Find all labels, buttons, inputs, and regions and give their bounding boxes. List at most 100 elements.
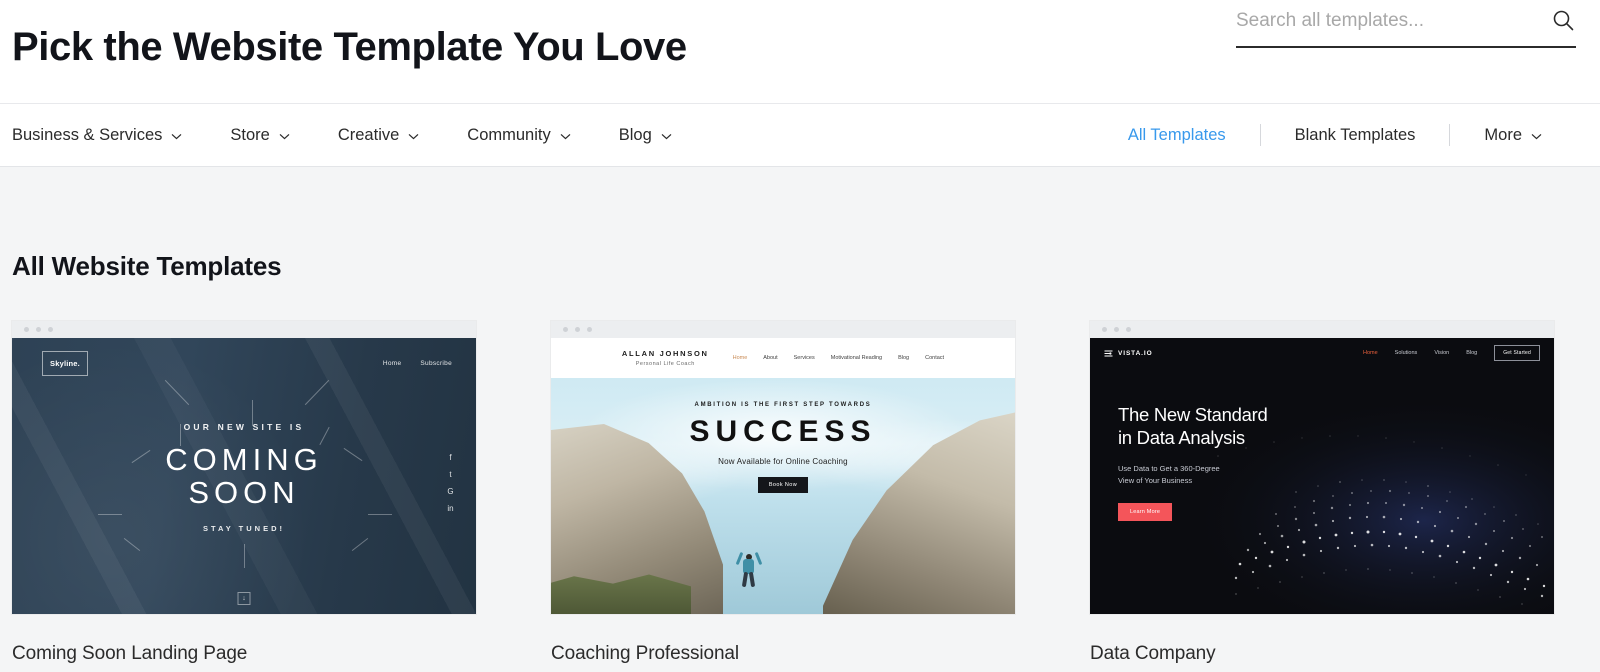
chevron-down-icon (560, 133, 571, 140)
preview-heading: SUCCESS (551, 417, 1015, 447)
preview-nav-item: Contact (925, 355, 944, 361)
preview-hero: The New Standard in Data Analysis Use Da… (1090, 368, 1554, 614)
preview-nav-item: About (763, 355, 777, 361)
nav-item-creative[interactable]: Creative (338, 120, 419, 151)
template-card-data-company[interactable]: VISTA.IO Home Solutions Vision Blog Get … (1090, 321, 1554, 665)
window-dot-icon (587, 327, 592, 332)
facebook-icon: f (446, 454, 455, 462)
category-navbar: Business & Services Store Creative Commu… (0, 103, 1600, 167)
twitter-icon: t (446, 471, 455, 479)
browser-chrome-bar (1090, 321, 1554, 338)
navbar-left-group: Business & Services Store Creative Commu… (12, 120, 720, 151)
nav-label: Blank Templates (1295, 126, 1416, 145)
preview-nav-item: Subscribe (420, 360, 452, 367)
page-header: Pick the Website Template You Love (0, 0, 1600, 103)
window-dot-icon (48, 327, 53, 332)
preview-nav-item: Home (1363, 350, 1378, 356)
template-screenshot: ALLAN JOHNSON Personal Life Coach Home A… (551, 338, 1015, 614)
chevron-down-icon (1531, 133, 1542, 140)
search-input[interactable] (1236, 4, 1550, 36)
template-preview-frame[interactable]: VISTA.IO Home Solutions Vision Blog Get … (1090, 321, 1554, 614)
preview-nav: Home Solutions Vision Blog Get Started (1363, 345, 1540, 361)
template-preview-frame[interactable]: Skyline. Home Subscribe OUR NEW SITE IS … (12, 321, 476, 614)
search-bar[interactable] (1236, 4, 1576, 48)
nav-item-store[interactable]: Store (230, 120, 289, 151)
preview-get-started-button: Get Started (1494, 345, 1540, 361)
window-dot-icon (1114, 327, 1119, 332)
page-title: Pick the Website Template You Love (12, 27, 687, 67)
template-screenshot: Skyline. Home Subscribe OUR NEW SITE IS … (12, 338, 476, 614)
preview-brand-tagline: Personal Life Coach (622, 361, 709, 367)
template-preview-frame[interactable]: ALLAN JOHNSON Personal Life Coach Home A… (551, 321, 1015, 614)
nav-label: All Templates (1128, 126, 1226, 145)
preview-nav-item: Solutions (1395, 350, 1418, 356)
preview-nav-item: Vision (1434, 350, 1449, 356)
nav-item-blank-templates[interactable]: Blank Templates (1261, 126, 1450, 145)
vista-logo-icon (1104, 349, 1113, 358)
preview-hero-text: OUR NEW SITE IS COMING SOON STAY TUNED! (12, 422, 476, 533)
preview-nav-item: Blog (898, 355, 909, 361)
preview-heading-line-2: SOON (12, 476, 476, 509)
preview-sub-heading: Now Available for Online Coaching (551, 457, 1015, 466)
preview-topbar: VISTA.IO Home Solutions Vision Blog Get … (1090, 338, 1554, 368)
window-dot-icon (575, 327, 580, 332)
search-icon[interactable] (1550, 7, 1576, 33)
preview-brand: ALLAN JOHNSON Personal Life Coach (622, 349, 709, 367)
template-card-coming-soon[interactable]: Skyline. Home Subscribe OUR NEW SITE IS … (12, 321, 476, 665)
preview-nav-item: Blog (1466, 350, 1477, 356)
climber-figure (735, 548, 763, 588)
nav-label: Business & Services (12, 126, 162, 145)
google-plus-icon: G (446, 488, 455, 496)
nav-label: Community (467, 126, 550, 145)
preview-sub-line-2: View of Your Business (1118, 475, 1267, 487)
preview-heading-line-1: COMING (12, 443, 476, 476)
chevron-down-icon (661, 133, 672, 140)
preview-nav-item: Home (733, 355, 748, 361)
preview-hero-text: The New Standard in Data Analysis Use Da… (1118, 403, 1267, 521)
preview-logo: VISTA.IO (1104, 349, 1153, 358)
chevron-down-icon (408, 133, 419, 140)
preview-nav-item: Home (383, 360, 402, 367)
nav-item-more[interactable]: More (1450, 126, 1576, 145)
preview-hero: AMBITION IS THE FIRST STEP TOWARDS SUCCE… (551, 378, 1015, 614)
preview-sub-line-1: Use Data to Get a 360-Degree (1118, 463, 1267, 475)
template-grid: Skyline. Home Subscribe OUR NEW SITE IS … (12, 321, 1588, 665)
chevron-down-icon (171, 133, 182, 140)
chevron-down-icon (279, 133, 290, 140)
nav-item-all-templates[interactable]: All Templates (1094, 126, 1260, 145)
window-dot-icon (1126, 327, 1131, 332)
nav-label: More (1484, 126, 1522, 145)
preview-hero-text: AMBITION IS THE FIRST STEP TOWARDS SUCCE… (551, 402, 1015, 493)
nav-label: Store (230, 126, 269, 145)
preview-topbar: ALLAN JOHNSON Personal Life Coach Home A… (551, 338, 1015, 378)
template-card-coaching-professional[interactable]: ALLAN JOHNSON Personal Life Coach Home A… (551, 321, 1015, 665)
preview-brand-name: ALLAN JOHNSON (622, 349, 709, 358)
browser-chrome-bar (551, 321, 1015, 338)
nav-item-blog[interactable]: Blog (619, 120, 672, 151)
preview-logo-text: VISTA.IO (1118, 350, 1153, 357)
template-caption: Data Company (1090, 643, 1554, 665)
preview-heading-line-2: in Data Analysis (1118, 426, 1267, 449)
preview-post-heading: STAY TUNED! (12, 524, 476, 533)
preview-pre-heading: AMBITION IS THE FIRST STEP TOWARDS (551, 402, 1015, 408)
preview-topbar: Skyline. Home Subscribe (12, 351, 476, 376)
preview-learn-more-button: Learn More (1118, 503, 1172, 521)
preview-book-now-button: Book Now (758, 477, 808, 493)
preview-nav-item: Motivational Reading (831, 355, 882, 361)
browser-chrome-bar (12, 321, 476, 338)
navbar-right-group: All Templates Blank Templates More (1094, 124, 1576, 146)
preview-heading-line-1: The New Standard (1118, 403, 1267, 426)
nav-item-community[interactable]: Community (467, 120, 570, 151)
nav-item-business-services[interactable]: Business & Services (12, 120, 182, 151)
window-dot-icon (1102, 327, 1107, 332)
window-dot-icon (563, 327, 568, 332)
window-dot-icon (24, 327, 29, 332)
nav-label: Creative (338, 126, 399, 145)
template-caption: Coming Soon Landing Page (12, 643, 476, 665)
linkedin-icon: in (446, 505, 455, 513)
nav-label: Blog (619, 126, 652, 145)
preview-logo: Skyline. (42, 351, 88, 376)
preview-social-links: f t G in (446, 454, 455, 513)
section-title: All Website Templates (12, 251, 1588, 282)
template-caption: Coaching Professional (551, 643, 1015, 665)
